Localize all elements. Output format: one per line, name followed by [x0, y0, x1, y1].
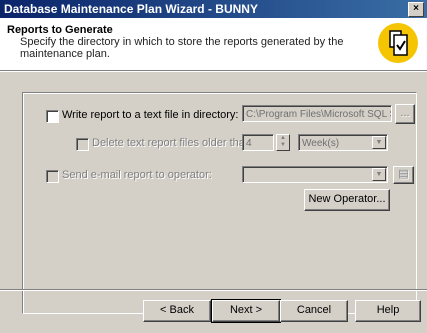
title-bar: Database Maintenance Plan Wizard - BUNNY… — [0, 0, 427, 18]
cancel-button[interactable]: Cancel — [280, 300, 348, 322]
back-button[interactable]: < Back — [143, 300, 211, 322]
wizard-icon — [378, 23, 418, 63]
chevron-down-icon: ▼ — [372, 168, 386, 181]
report-directory-field[interactable]: C:\Program Files\Microsoft SQL Se — [242, 105, 392, 122]
header-divider — [0, 70, 427, 72]
age-stepper-arrows[interactable]: ▲ ▼ — [276, 134, 290, 151]
wizard-header: Reports to Generate Specify the director… — [0, 18, 427, 70]
email-report-checkbox[interactable] — [46, 170, 59, 183]
page-description: Specify the directory in which to store … — [20, 36, 344, 60]
browse-button[interactable]: ... — [395, 104, 415, 124]
help-button[interactable]: Help — [355, 300, 421, 322]
next-button[interactable]: Next > — [211, 299, 281, 323]
page-title: Reports to Generate — [7, 24, 113, 36]
delete-old-reports-label: Delete text report files older than: — [92, 137, 255, 149]
new-operator-button[interactable]: New Operator... — [304, 189, 390, 211]
email-report-label: Send e-mail report to operator: — [62, 169, 212, 181]
close-button[interactable]: × — [408, 2, 424, 17]
footer-divider — [0, 289, 427, 291]
age-unit-select[interactable]: Week(s) ▼ — [298, 134, 388, 151]
delete-old-reports-checkbox[interactable] — [76, 138, 89, 151]
age-stepper-field[interactable]: 4 — [242, 134, 274, 151]
write-report-label: Write report to a text file in directory… — [62, 109, 239, 121]
chevron-down-icon: ▼ — [372, 136, 386, 149]
operator-properties-button[interactable]: ▤ — [393, 166, 414, 184]
age-unit-value: Week(s) — [302, 138, 340, 149]
operator-select[interactable]: ▼ — [242, 166, 388, 183]
window-title: Database Maintenance Plan Wizard - BUNNY — [4, 2, 258, 16]
write-report-checkbox[interactable] — [46, 110, 59, 123]
